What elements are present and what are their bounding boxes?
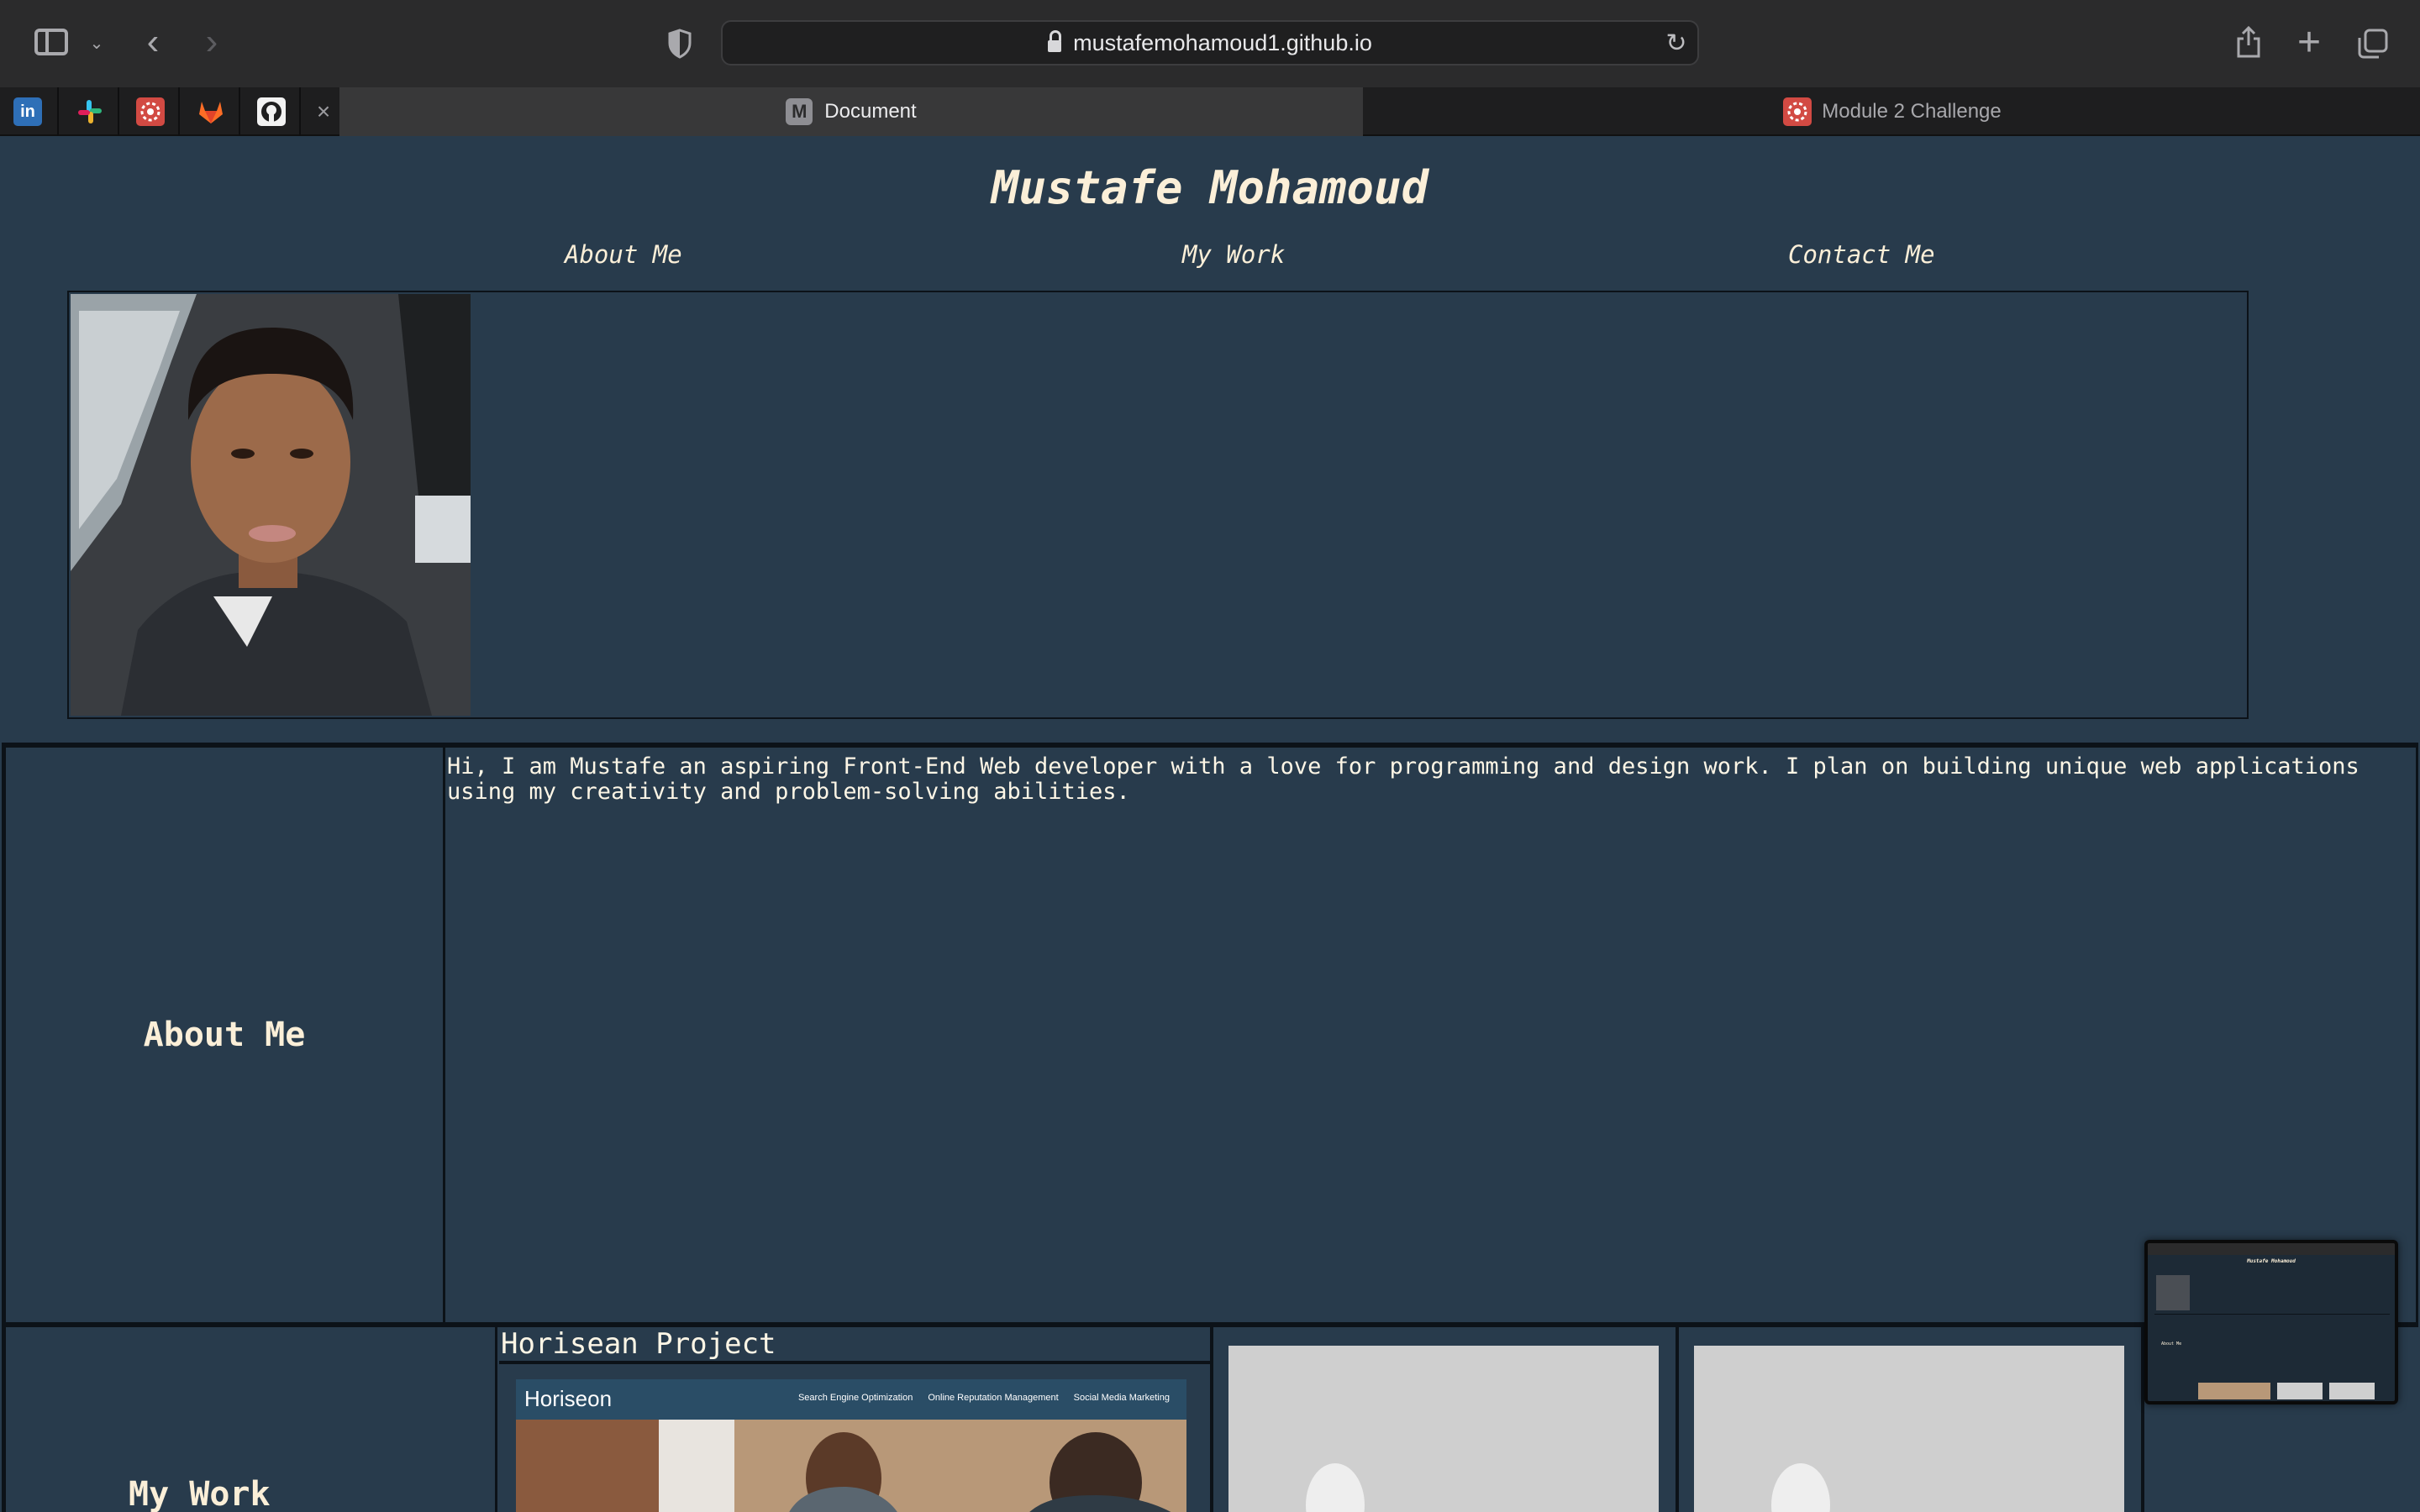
tab-overview-icon[interactable]: [2354, 25, 2391, 62]
project-card[interactable]: [1213, 1327, 1679, 1512]
screenshot-nav: Search Engine Optimization Online Reputa…: [798, 1393, 1170, 1403]
address-url: mustafemohamoud1.github.io: [1073, 29, 1372, 55]
tab-favicon: M: [786, 98, 813, 125]
screenshot-link: Online Reputation Management: [928, 1393, 1059, 1403]
project-card[interactable]: [1679, 1327, 2144, 1512]
thumbnail-card: [2329, 1383, 2375, 1399]
thumbnail-chrome: [2148, 1243, 2395, 1255]
tab-module-2-challenge[interactable]: Module 2 Challenge: [1365, 87, 2420, 136]
tab-label: Module 2 Challenge: [1822, 100, 2002, 123]
screenshot-logo: Horiseon: [524, 1386, 613, 1411]
project-screenshot[interactable]: Horiseon Search Engine Optimization Onli…: [516, 1379, 1186, 1512]
screenshot-link: Search Engine Optimization: [797, 1393, 913, 1403]
web-page: Mustafe Mohamoud About Me My Work Contac…: [0, 136, 2420, 1512]
hero-banner: [67, 291, 2249, 719]
divider: [239, 87, 240, 136]
nav-link-about-me[interactable]: About Me: [565, 240, 682, 269]
new-tab-plus-icon[interactable]: +: [2291, 20, 2328, 65]
close-icon[interactable]: ×: [311, 97, 336, 126]
screenshot-thumbnail[interactable]: Mustafe Mohamoud About Me: [2144, 1240, 2398, 1404]
privacy-shield-icon[interactable]: [664, 25, 696, 62]
nav-link-my-work[interactable]: My Work: [1182, 240, 1285, 269]
linkedin-icon[interactable]: in: [10, 94, 45, 129]
slack-icon[interactable]: [72, 94, 108, 129]
screenshot-header: Horiseon Search Engine Optimization Onli…: [516, 1379, 1186, 1420]
screenshot-photo: [516, 1420, 1186, 1512]
divider: [299, 87, 301, 136]
project-card[interactable]: Horisean Project Horiseon Search Engine …: [499, 1327, 1213, 1512]
thumbnail-about-row: About Me: [2154, 1314, 2390, 1381]
thumbnail-photo: [2156, 1275, 2190, 1310]
bootcamp-icon: [1783, 97, 1812, 126]
share-icon[interactable]: [2232, 22, 2265, 62]
lock-icon: [1048, 30, 1062, 52]
tab-document[interactable]: M Document: [339, 87, 1363, 136]
divider: [57, 87, 59, 136]
screenshot-link: Social Media Marketing: [1073, 1393, 1170, 1403]
nav-link-contact-me[interactable]: Contact Me: [1788, 240, 1935, 269]
bootcamp-icon[interactable]: [133, 94, 168, 129]
project-frame: Horiseon Search Engine Optimization Onli…: [499, 1361, 1210, 1512]
site-title: Mustafe Mohamoud: [991, 161, 1429, 214]
work-section: My Work Horisean Project Horiseon Search…: [2, 1327, 2418, 1512]
about-label-cell: About Me: [2, 748, 445, 1322]
github-icon[interactable]: [254, 94, 289, 129]
browser-toolbar: ⌄ ‹ › mustafemohamoud1.github.io ↻ +: [0, 0, 2420, 87]
profile-photo: [71, 294, 471, 716]
about-text: Hi, I am Mustafe an aspiring Front-End W…: [445, 748, 2418, 1322]
forward-arrow-icon[interactable]: ›: [195, 21, 229, 62]
chevron-down-icon[interactable]: ⌄: [84, 29, 109, 57]
gitlab-icon[interactable]: [193, 94, 229, 129]
placeholder-image: [1228, 1346, 1659, 1512]
thumbnail-card: [2277, 1383, 2323, 1399]
divider: [178, 87, 180, 136]
divider: [118, 87, 119, 136]
thumbnail-about-label: About Me: [2161, 1341, 2182, 1347]
placeholder-image: [1694, 1346, 2124, 1512]
sidebar-toggle-icon[interactable]: [32, 25, 71, 59]
work-heading: My Work: [129, 1475, 271, 1512]
thumbnail-title: Mustafe Mohamoud: [2247, 1258, 2296, 1264]
about-section: About Me Hi, I am Mustafe an aspiring Fr…: [2, 743, 2418, 1327]
back-arrow-icon[interactable]: ‹: [136, 21, 170, 62]
reload-icon[interactable]: ↻: [1664, 29, 1689, 57]
address-bar[interactable]: mustafemohamoud1.github.io: [721, 20, 1699, 66]
work-label-cell: My Work: [2, 1327, 497, 1512]
project-title: Horisean Project: [501, 1327, 776, 1361]
tab-label: Document: [824, 100, 917, 123]
about-heading: About Me: [143, 1016, 306, 1054]
thumbnail-card: [2198, 1383, 2270, 1399]
